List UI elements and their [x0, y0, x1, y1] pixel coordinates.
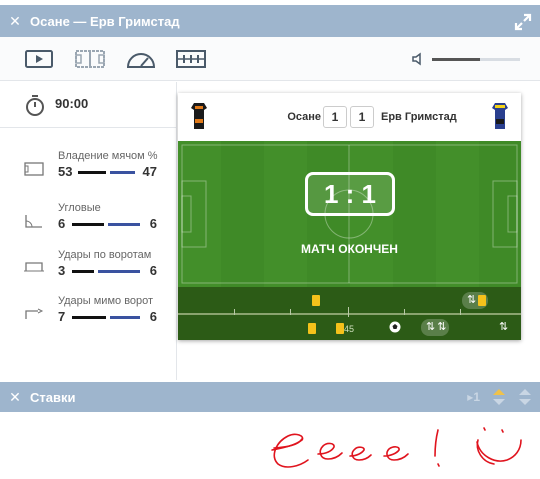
- stopwatch-icon: [26, 95, 44, 116]
- substitution-marker[interactable]: ⇅⇅: [421, 319, 449, 336]
- goal-icon: [24, 262, 44, 272]
- yellow-card-icon: [478, 295, 486, 306]
- home-team-name: Осане: [287, 111, 321, 123]
- yellow-card-icon[interactable]: [336, 323, 344, 334]
- stat-away-bar: [110, 316, 140, 319]
- substitution-marker[interactable]: ⇅: [462, 292, 488, 309]
- stat-label: Удары по воротам: [58, 249, 152, 261]
- match-status: МАТЧ ОКОНЧЕН: [301, 242, 398, 256]
- away-score: 1: [350, 106, 374, 128]
- stat-home-value: 6: [58, 216, 66, 231]
- stat-shots-on: Удары по воротам 3 6: [0, 249, 177, 297]
- stat-home-bar: [78, 171, 106, 174]
- bets-counter-value: 1: [473, 390, 480, 404]
- home-score: 1: [323, 106, 347, 128]
- stat-label: Удары мимо ворот: [58, 295, 154, 307]
- stat-away-value: 6: [149, 216, 157, 231]
- close-icon[interactable]: ✕: [0, 389, 30, 406]
- timeline-tick: [290, 309, 291, 315]
- stat-home-bar: [72, 316, 106, 319]
- yellow-card-icon[interactable]: [312, 295, 320, 306]
- stat-home-value: 3: [58, 263, 66, 278]
- timeline-tick: [348, 307, 349, 317]
- pitch-icon[interactable]: [75, 49, 105, 69]
- app-root: ✕ Осане — Ерв Гримстад 90:00 Владение мя…: [0, 0, 540, 479]
- close-icon[interactable]: ✕: [0, 13, 30, 30]
- timeline-tick: [234, 309, 235, 315]
- play-icon[interactable]: [25, 49, 53, 69]
- ball-icon[interactable]: [389, 321, 401, 333]
- shot-off-icon: [25, 308, 44, 319]
- stat-away-bar: [98, 270, 140, 273]
- match-card: Осане 1 1 Ерв Гримстад 1: 1 МАТЧ ОКОНЧЕ…: [178, 93, 521, 340]
- substitution-icon: ⇅⇅: [426, 321, 449, 333]
- stats-panel: 90:00 Владение мячом % 53 47 Угловые 6 6: [0, 82, 177, 380]
- handwritten-scribble: [271, 427, 522, 468]
- timeline-track: [178, 313, 521, 315]
- stat-away-value: 47: [142, 164, 157, 179]
- volume-level: [432, 58, 481, 61]
- stat-away-bar: [108, 223, 140, 226]
- window-title: Осане — Ерв Гримстад: [30, 13, 180, 29]
- stat-home-bar: [72, 270, 94, 273]
- toolbar: [0, 37, 540, 81]
- stat-home-value: 53: [58, 164, 73, 179]
- stat-corners: Угловые 6 6: [0, 202, 177, 250]
- lineup-icon[interactable]: [176, 49, 206, 69]
- match-titlebar: ✕ Осане — Ерв Гримстад: [0, 5, 540, 37]
- pitch: 1 : 1 МАТЧ ОКОНЧЕН: [178, 141, 521, 287]
- match-timer: 90:00: [55, 96, 89, 111]
- stat-away-value: 6: [149, 309, 157, 324]
- expand-icon[interactable]: [514, 13, 532, 31]
- volume-slider[interactable]: [432, 58, 520, 61]
- stat-home-value: 7: [58, 309, 66, 324]
- scoreboard: Осане 1 1 Ерв Гримстад: [178, 93, 521, 141]
- field-icon: [24, 162, 44, 176]
- corner-icon: [25, 215, 42, 228]
- yellow-card-icon[interactable]: [308, 323, 316, 334]
- stat-label: Владение мячом %: [58, 150, 158, 162]
- sort-icon[interactable]: [518, 388, 532, 406]
- home-kit-icon: [191, 103, 207, 129]
- timer-row: 90:00: [0, 82, 176, 128]
- stat-possession: Владение мячом % 53 47: [0, 150, 177, 198]
- bets-counter[interactable]: ▸1: [467, 390, 480, 404]
- bets-title: Ставки: [30, 389, 76, 405]
- timeline-tick: [460, 309, 461, 315]
- timeline-tick: [404, 309, 405, 315]
- stat-away-bar: [110, 171, 135, 174]
- stat-label: Угловые: [58, 202, 101, 214]
- bets-titlebar: ✕ Ставки ▸1: [0, 382, 540, 412]
- stat-away-value: 6: [149, 263, 157, 278]
- substitution-icon: ⇅: [467, 294, 477, 306]
- bets-controls: ▸1: [467, 382, 540, 412]
- match-timeline: ⇅ 45 ⇅⇅ ⇅: [178, 287, 521, 340]
- substitution-icon[interactable]: ⇅: [499, 320, 508, 333]
- stat-home-bar: [72, 223, 104, 226]
- away-team-name: Ерв Гримстад: [381, 111, 457, 123]
- speedometer-icon[interactable]: [126, 49, 156, 69]
- volume-icon[interactable]: [412, 52, 426, 66]
- timeline-minute: 45: [344, 324, 355, 334]
- stat-shots-off: Удары мимо ворот 7 6: [0, 295, 177, 343]
- sort-icon[interactable]: [492, 388, 506, 406]
- away-kit-icon: [492, 103, 508, 129]
- final-score: 1 : 1: [305, 172, 395, 216]
